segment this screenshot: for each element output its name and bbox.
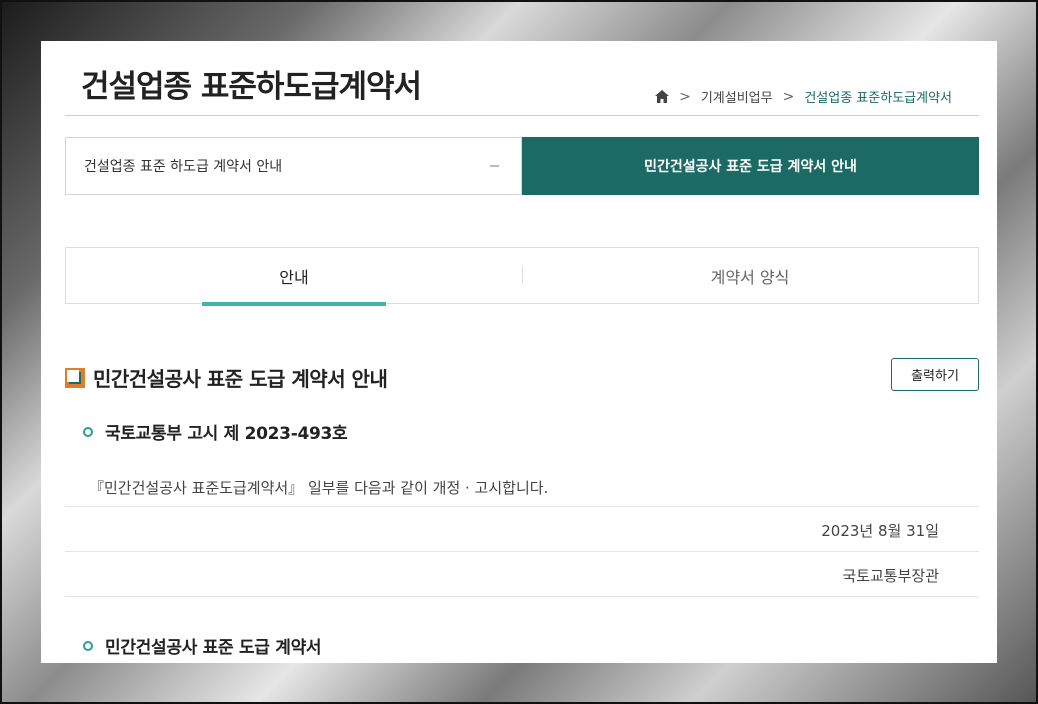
notice-signer: 국토교통부장관	[842, 567, 939, 585]
breadcrumb-separator: >	[782, 88, 795, 105]
breadcrumb: > 기계설비업무 > 건설업종 표준하도급계약서	[655, 87, 952, 106]
bullet-ring-icon	[83, 640, 93, 651]
tab-contract-form[interactable]: 계약서 양식	[522, 248, 978, 303]
category-option-private-construction[interactable]: 민간건설공사 표준 도급 계약서 안내	[522, 137, 979, 195]
notice-heading-text: 국토교통부 고시 제 2023-493호	[105, 424, 348, 444]
header-divider	[65, 115, 979, 116]
section-header: 민간건설공사 표준 도급 계약서 안내	[65, 363, 388, 392]
tab-guide[interactable]: 안내	[66, 248, 522, 303]
breadcrumb-separator: >	[679, 88, 691, 105]
section-title: 민간건설공사 표준 도급 계약서 안내	[93, 367, 388, 391]
category-option-label: 건설업종 표준 하도급 계약서 안내	[84, 159, 283, 175]
contract-heading: 민간건설공사 표준 도급 계약서	[83, 633, 322, 658]
contract-heading-text: 민간건설공사 표준 도급 계약서	[105, 638, 322, 658]
category-selector: 건설업종 표준 하도급 계약서 안내 민간건설공사 표준 도급 계약서 안내	[65, 137, 979, 195]
tab-label: 안내	[279, 267, 309, 287]
section-square-icon	[65, 367, 85, 388]
row-divider	[65, 596, 979, 597]
page-title: 건설업종 표준하도급계약서	[81, 69, 422, 105]
content-panel: 건설업종 표준하도급계약서 > 기계설비업무 > 건설업종 표준하도급계약서 건…	[41, 41, 997, 663]
notice-heading: 국토교통부 고시 제 2023-493호	[83, 419, 348, 444]
notice-text: 『민간건설공사 표준도급계약서』 일부를 다음과 같이 개정 · 고시합니다.	[89, 479, 549, 497]
breadcrumb-current[interactable]: 건설업종 표준하도급계약서	[804, 87, 952, 106]
category-option-label: 민간건설공사 표준 도급 계약서 안내	[644, 159, 857, 175]
bullet-ring-icon	[83, 426, 93, 437]
tab-label: 계약서 양식	[710, 267, 790, 287]
print-button[interactable]: 출력하기	[891, 358, 979, 391]
row-divider	[65, 551, 979, 552]
collapse-icon	[490, 165, 499, 167]
breadcrumb-item[interactable]: 기계설비업무	[701, 87, 773, 106]
row-divider	[65, 506, 979, 507]
notice-date: 2023년 8월 31일	[821, 522, 939, 540]
content-tabs: 안내 계약서 양식	[65, 247, 979, 304]
category-option-subcontract[interactable]: 건설업종 표준 하도급 계약서 안내	[65, 137, 522, 195]
home-icon[interactable]	[655, 90, 670, 103]
